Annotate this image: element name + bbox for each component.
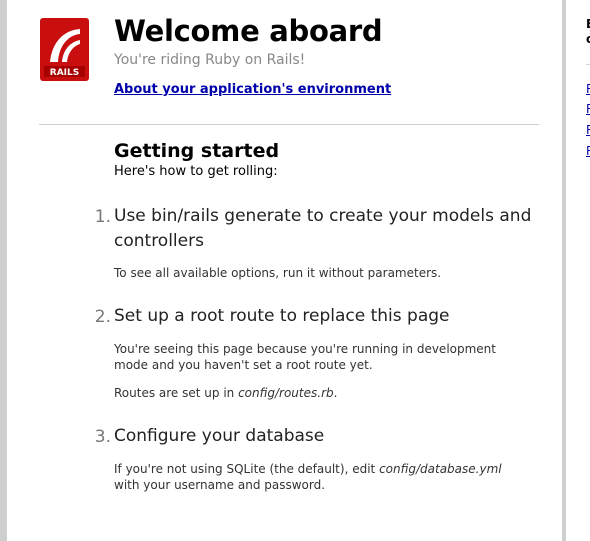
sidebar-title-line-2: o	[586, 32, 590, 46]
page-title: Welcome aboard	[114, 14, 383, 48]
sidebar-link-3[interactable]: R	[586, 123, 590, 137]
step-3-text-prefix: If you're not using SQLite (the default)…	[114, 462, 380, 476]
step-2-note-prefix: Routes are set up in	[114, 386, 239, 400]
step-3-number: 3.	[94, 427, 111, 447]
sidebar-link-1[interactable]: R	[586, 82, 590, 96]
step-3-title: Configure your database	[114, 426, 325, 446]
step-2-number: 2.	[94, 307, 111, 327]
sidebar-title-line-1: B	[586, 17, 590, 31]
getting-started-heading: Getting started	[114, 140, 280, 162]
database-file-path: config/database.yml	[379, 462, 502, 476]
about-environment-link[interactable]: About your application's environment	[114, 82, 391, 97]
step-2-note: Routes are set up in config/routes.rb.	[114, 385, 514, 401]
routes-file-path: config/routes.rb	[238, 386, 334, 400]
logo-text: RAILS	[50, 68, 79, 78]
sidebar-link-2[interactable]: R	[586, 102, 590, 116]
step-3-text-suffix: with your username and password.	[114, 478, 326, 492]
header-divider	[39, 124, 539, 125]
step-2-note-suffix: .	[333, 386, 338, 400]
step-3-text: If you're not using SQLite (the default)…	[114, 461, 514, 493]
page-subtitle: You're riding Ruby on Rails!	[114, 52, 306, 68]
sidebar-link-4[interactable]: R	[586, 144, 590, 158]
step-2-text: You're seeing this page because you're r…	[114, 342, 496, 372]
left-page-border	[0, 0, 7, 541]
step-2-title: Set up a root route to replace this page	[114, 306, 450, 326]
sidebar-divider	[586, 64, 590, 65]
rails-logo: RAILS	[40, 18, 89, 81]
sidebar: B o R R R R	[566, 0, 590, 541]
step-1-title: Use bin/rails generate to create your mo…	[114, 206, 532, 251]
step-1-number: 1.	[94, 207, 111, 227]
getting-started-subheading: Here's how to get rolling:	[114, 164, 278, 179]
step-1-text: To see all available options, run it wit…	[114, 266, 442, 280]
